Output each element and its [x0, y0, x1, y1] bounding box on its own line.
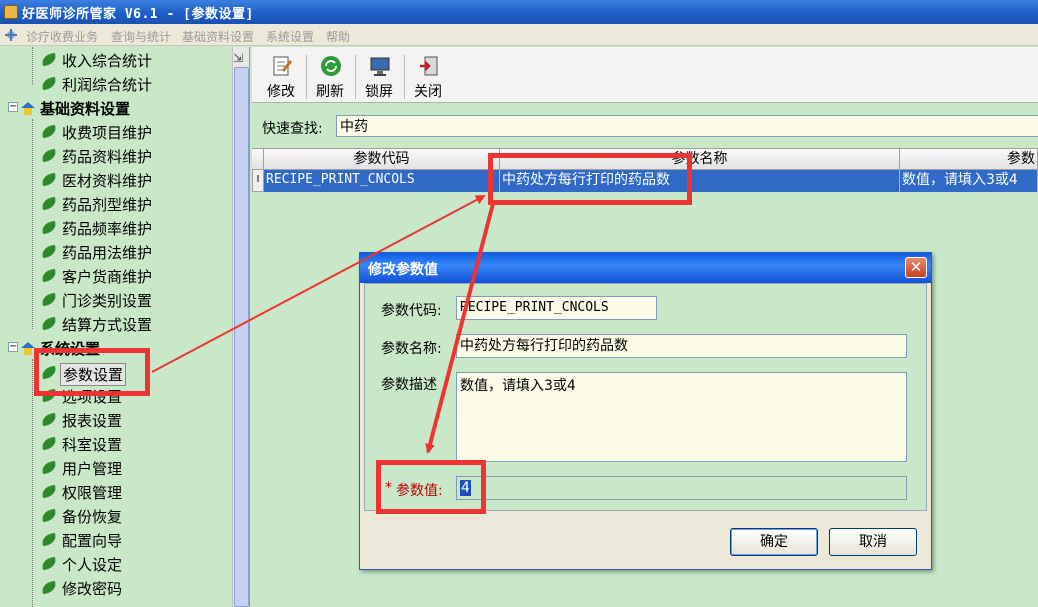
param-value-field[interactable]: 4	[456, 476, 907, 500]
home-icon	[21, 102, 35, 115]
param-code-field[interactable]: RECIPE_PRINT_CNCOLS	[456, 296, 657, 320]
leaf-icon	[41, 52, 57, 67]
leaf-icon	[41, 196, 57, 211]
table-row-code[interactable]: RECIPE_PRINT_CNCOLS	[264, 170, 500, 192]
leaf-icon	[41, 244, 57, 259]
leaf-icon	[41, 580, 57, 595]
annotation-box-param-name	[488, 153, 692, 205]
leaf-icon	[41, 124, 57, 139]
edit-button[interactable]: 修改	[258, 51, 304, 101]
collapse-toggle-icon[interactable]: −	[8, 342, 18, 352]
refresh-button[interactable]: 刷新	[307, 51, 353, 101]
window-title: 好医师诊所管家 V6.1 - [参数设置]	[22, 7, 254, 22]
close-button[interactable]: 关闭	[405, 51, 451, 101]
row-indicator-header	[252, 148, 264, 170]
menu-clinic-billing[interactable]: 诊疗收费业务	[26, 28, 98, 45]
toolbar: 修改 刷新 锁屏 关闭	[252, 47, 1038, 103]
col-header-code[interactable]: 参数代码	[264, 148, 500, 170]
leaf-icon	[41, 268, 57, 283]
menu-basic-data[interactable]: 基础资料设置	[182, 28, 254, 45]
dialog-title-bar: 修改参数值 ✕	[360, 253, 931, 283]
leaf-icon	[41, 76, 57, 91]
menu-system-settings[interactable]: 系统设置	[266, 28, 314, 45]
exit-icon	[420, 56, 438, 76]
window-title-bar: 好医师诊所管家 V6.1 - [参数设置]	[0, 0, 1038, 24]
leaf-icon	[41, 532, 57, 547]
app-icon	[4, 5, 18, 19]
leaf-icon	[41, 220, 57, 235]
annotation-box-param-value	[376, 460, 486, 514]
app-menu-icon[interactable]	[3, 27, 19, 43]
nav-tree: 收入综合统计 利润综合统计 − 基础资料设置 收费项目维护 药品资料维护 医材资…	[0, 47, 232, 607]
sidebar-nav: 收入综合统计 利润综合统计 − 基础资料设置 收费项目维护 药品资料维护 医材资…	[0, 47, 250, 607]
monitor-icon	[370, 57, 390, 76]
leaf-icon	[41, 508, 57, 523]
ok-button[interactable]: 确定	[730, 528, 818, 556]
param-desc-label: 参数描述	[381, 377, 437, 393]
table-row-desc[interactable]: 数值，请填入3或4	[900, 170, 1038, 192]
dialog-title: 修改参数值	[368, 262, 438, 278]
sidebar-scrollbar[interactable]	[232, 47, 249, 607]
collapse-toggle-icon[interactable]: −	[8, 102, 18, 112]
collapse-arrow-icon[interactable]: ⇲	[233, 51, 247, 65]
menu-help[interactable]: 帮助	[326, 28, 350, 45]
leaf-icon	[41, 436, 57, 451]
leaf-icon	[41, 556, 57, 571]
edit-icon	[273, 56, 293, 76]
quick-search-label: 快速查找:	[262, 121, 323, 137]
leaf-icon	[41, 148, 57, 163]
annotation-box-param-settings	[34, 348, 150, 396]
col-header-desc[interactable]: 参数	[900, 148, 1038, 170]
menu-query-stats[interactable]: 查询与统计	[111, 28, 171, 45]
leaf-icon	[41, 484, 57, 499]
leaf-icon	[41, 172, 57, 187]
row-indicator[interactable]: I	[252, 170, 264, 192]
leaf-icon	[41, 460, 57, 475]
toolbar-separator	[306, 55, 307, 99]
param-code-label: 参数代码:	[381, 303, 442, 319]
param-name-field[interactable]: 中药处方每行打印的药品数	[456, 334, 907, 358]
toolbar-separator	[355, 55, 356, 99]
param-desc-field[interactable]: 数值，请填入3或4	[456, 372, 907, 462]
quick-search-input[interactable]	[336, 115, 1038, 137]
menu-bar: 诊疗收费业务 查询与统计 基础资料设置 系统设置 帮助	[0, 24, 1038, 46]
lock-screen-button[interactable]: 锁屏	[356, 51, 402, 101]
cancel-button[interactable]: 取消	[829, 528, 917, 556]
edit-param-dialog: 修改参数值 ✕ 参数代码: RECIPE_PRINT_CNCOLS 参数名称: …	[359, 252, 932, 570]
toolbar-separator	[404, 55, 405, 99]
quick-search-row: 快速查找:	[252, 104, 1038, 148]
leaf-icon	[41, 412, 57, 427]
leaf-icon	[41, 316, 57, 331]
param-name-label: 参数名称:	[381, 341, 442, 357]
leaf-icon	[41, 292, 57, 307]
refresh-icon	[321, 56, 341, 76]
dialog-close-icon[interactable]: ✕	[905, 257, 927, 278]
scrollbar-thumb[interactable]	[234, 67, 249, 607]
